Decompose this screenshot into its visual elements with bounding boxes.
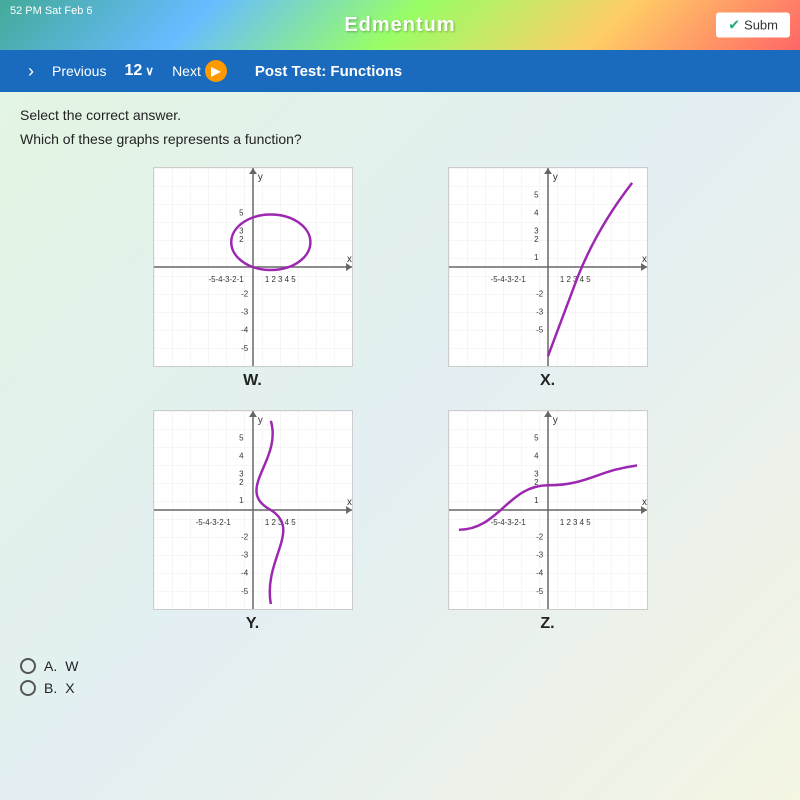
graph-z-label: Z. bbox=[540, 615, 554, 633]
svg-text:-5-4-3-2-1: -5-4-3-2-1 bbox=[195, 518, 231, 527]
svg-text:1 2 3 4 5: 1 2 3 4 5 bbox=[264, 275, 295, 284]
graph-z: x y 5 4 3 2 1 -5-4-3-2-1 1 2 3 4 5 -2 -3… bbox=[448, 410, 648, 610]
svg-text:3: 3 bbox=[534, 226, 539, 235]
question-number-value: 12 bbox=[124, 62, 142, 80]
svg-text:5: 5 bbox=[239, 209, 244, 218]
svg-text:1 2 3 4 5: 1 2 3 4 5 bbox=[559, 518, 590, 527]
graph-y-label: Y. bbox=[246, 615, 259, 633]
graph-w-wrapper: x y 5 3 2 -5-4-3-2-1 1 2 3 4 5 -2 -3 -4 … bbox=[120, 167, 385, 390]
checkmark-icon: ✔ bbox=[728, 17, 740, 34]
svg-text:-4: -4 bbox=[536, 568, 544, 577]
svg-text:x: x bbox=[642, 254, 647, 265]
previous-label: Previous bbox=[52, 63, 106, 79]
svg-text:-5: -5 bbox=[241, 344, 249, 353]
svg-text:5: 5 bbox=[534, 434, 539, 443]
question-text: Which of these graphs represents a funct… bbox=[20, 131, 780, 147]
instruction-text: Select the correct answer. bbox=[20, 107, 780, 123]
previous-button[interactable]: Previous bbox=[44, 59, 114, 83]
next-circle-icon: ▶ bbox=[205, 60, 227, 82]
answer-b-value: X bbox=[65, 680, 74, 696]
svg-text:5: 5 bbox=[534, 191, 539, 200]
nav-bar: ‹ › Previous 12 ∨ Next ▶ Post Test: Func… bbox=[0, 50, 800, 92]
svg-text:1: 1 bbox=[239, 496, 244, 505]
svg-text:y: y bbox=[552, 172, 557, 183]
app-title: Edmentum bbox=[344, 14, 455, 37]
svg-text:-5: -5 bbox=[536, 587, 544, 596]
graph-x-label: X. bbox=[540, 372, 555, 390]
svg-text:-4: -4 bbox=[241, 568, 249, 577]
svg-text:y: y bbox=[257, 172, 262, 183]
svg-text:4: 4 bbox=[239, 452, 244, 461]
svg-text:-5: -5 bbox=[241, 587, 249, 596]
submit-button[interactable]: ✔ Subm bbox=[716, 13, 790, 38]
svg-text:2: 2 bbox=[239, 235, 243, 244]
svg-text:-5-4-3-2-1: -5-4-3-2-1 bbox=[490, 518, 526, 527]
svg-text:-3: -3 bbox=[536, 551, 544, 560]
svg-text:1: 1 bbox=[534, 496, 539, 505]
radio-b[interactable] bbox=[20, 680, 36, 696]
graph-x-wrapper: x y 5 4 3 2 1 -5-4-3-2-1 1 2 3 4 5 -2 -3… bbox=[415, 167, 680, 390]
svg-text:-3: -3 bbox=[536, 308, 544, 317]
next-label: Next bbox=[172, 63, 201, 79]
graph-y: x y 5 4 3 2 1 -5-4-3-2-1 1 2 3 4 5 -2 -3… bbox=[153, 410, 353, 610]
next-button[interactable]: Next ▶ bbox=[164, 56, 235, 86]
answer-choice-b[interactable]: B. X bbox=[20, 680, 780, 696]
svg-text:3: 3 bbox=[239, 226, 244, 235]
svg-text:-3: -3 bbox=[241, 551, 249, 560]
forward-arrow-icon[interactable]: › bbox=[28, 61, 34, 82]
svg-text:x: x bbox=[347, 497, 352, 508]
svg-text:4: 4 bbox=[534, 209, 539, 218]
svg-text:2: 2 bbox=[534, 235, 538, 244]
question-number[interactable]: 12 ∨ bbox=[124, 62, 154, 80]
content-area: Select the correct answer. Which of thes… bbox=[0, 92, 800, 800]
svg-text:-5: -5 bbox=[536, 325, 544, 334]
svg-text:-2: -2 bbox=[241, 533, 248, 542]
svg-text:y: y bbox=[552, 415, 557, 426]
submit-label: Subm bbox=[744, 18, 778, 33]
svg-text:2: 2 bbox=[239, 478, 243, 487]
graph-y-wrapper: x y 5 4 3 2 1 -5-4-3-2-1 1 2 3 4 5 -2 -3… bbox=[120, 410, 385, 633]
answer-choice-a[interactable]: A. W bbox=[20, 658, 780, 674]
svg-text:-2: -2 bbox=[536, 290, 543, 299]
graphs-container: x y 5 3 2 -5-4-3-2-1 1 2 3 4 5 -2 -3 -4 … bbox=[120, 167, 680, 633]
svg-text:5: 5 bbox=[239, 434, 244, 443]
graph-z-wrapper: x y 5 4 3 2 1 -5-4-3-2-1 1 2 3 4 5 -2 -3… bbox=[415, 410, 680, 633]
graph-w: x y 5 3 2 -5-4-3-2-1 1 2 3 4 5 -2 -3 -4 … bbox=[153, 167, 353, 367]
svg-text:1: 1 bbox=[534, 253, 539, 262]
answer-choices: A. W B. X bbox=[20, 658, 780, 696]
svg-text:3: 3 bbox=[239, 469, 244, 478]
radio-a[interactable] bbox=[20, 658, 36, 674]
svg-text:x: x bbox=[642, 497, 647, 508]
time-date: 52 PM Sat Feb 6 bbox=[10, 5, 93, 17]
answer-b-label: B. bbox=[44, 680, 57, 696]
top-bar: 52 PM Sat Feb 6 Edmentum ✔ Subm bbox=[0, 0, 800, 50]
answer-a-value: W bbox=[65, 658, 78, 674]
test-title: Post Test: Functions bbox=[255, 63, 402, 80]
svg-text:4: 4 bbox=[534, 452, 539, 461]
svg-text:x: x bbox=[347, 254, 352, 265]
graph-w-label: W. bbox=[243, 372, 262, 390]
answer-a-label: A. bbox=[44, 658, 57, 674]
svg-text:-4: -4 bbox=[241, 325, 249, 334]
svg-text:-2: -2 bbox=[536, 533, 543, 542]
svg-text:y: y bbox=[257, 415, 262, 426]
graph-x: x y 5 4 3 2 1 -5-4-3-2-1 1 2 3 4 5 -2 -3… bbox=[448, 167, 648, 367]
svg-text:3: 3 bbox=[534, 469, 539, 478]
svg-text:-5-4-3-2-1: -5-4-3-2-1 bbox=[490, 275, 526, 284]
svg-text:-5-4-3-2-1: -5-4-3-2-1 bbox=[208, 275, 244, 284]
chevron-down-icon: ∨ bbox=[145, 64, 154, 78]
svg-text:-2: -2 bbox=[241, 290, 248, 299]
svg-text:-3: -3 bbox=[241, 308, 249, 317]
